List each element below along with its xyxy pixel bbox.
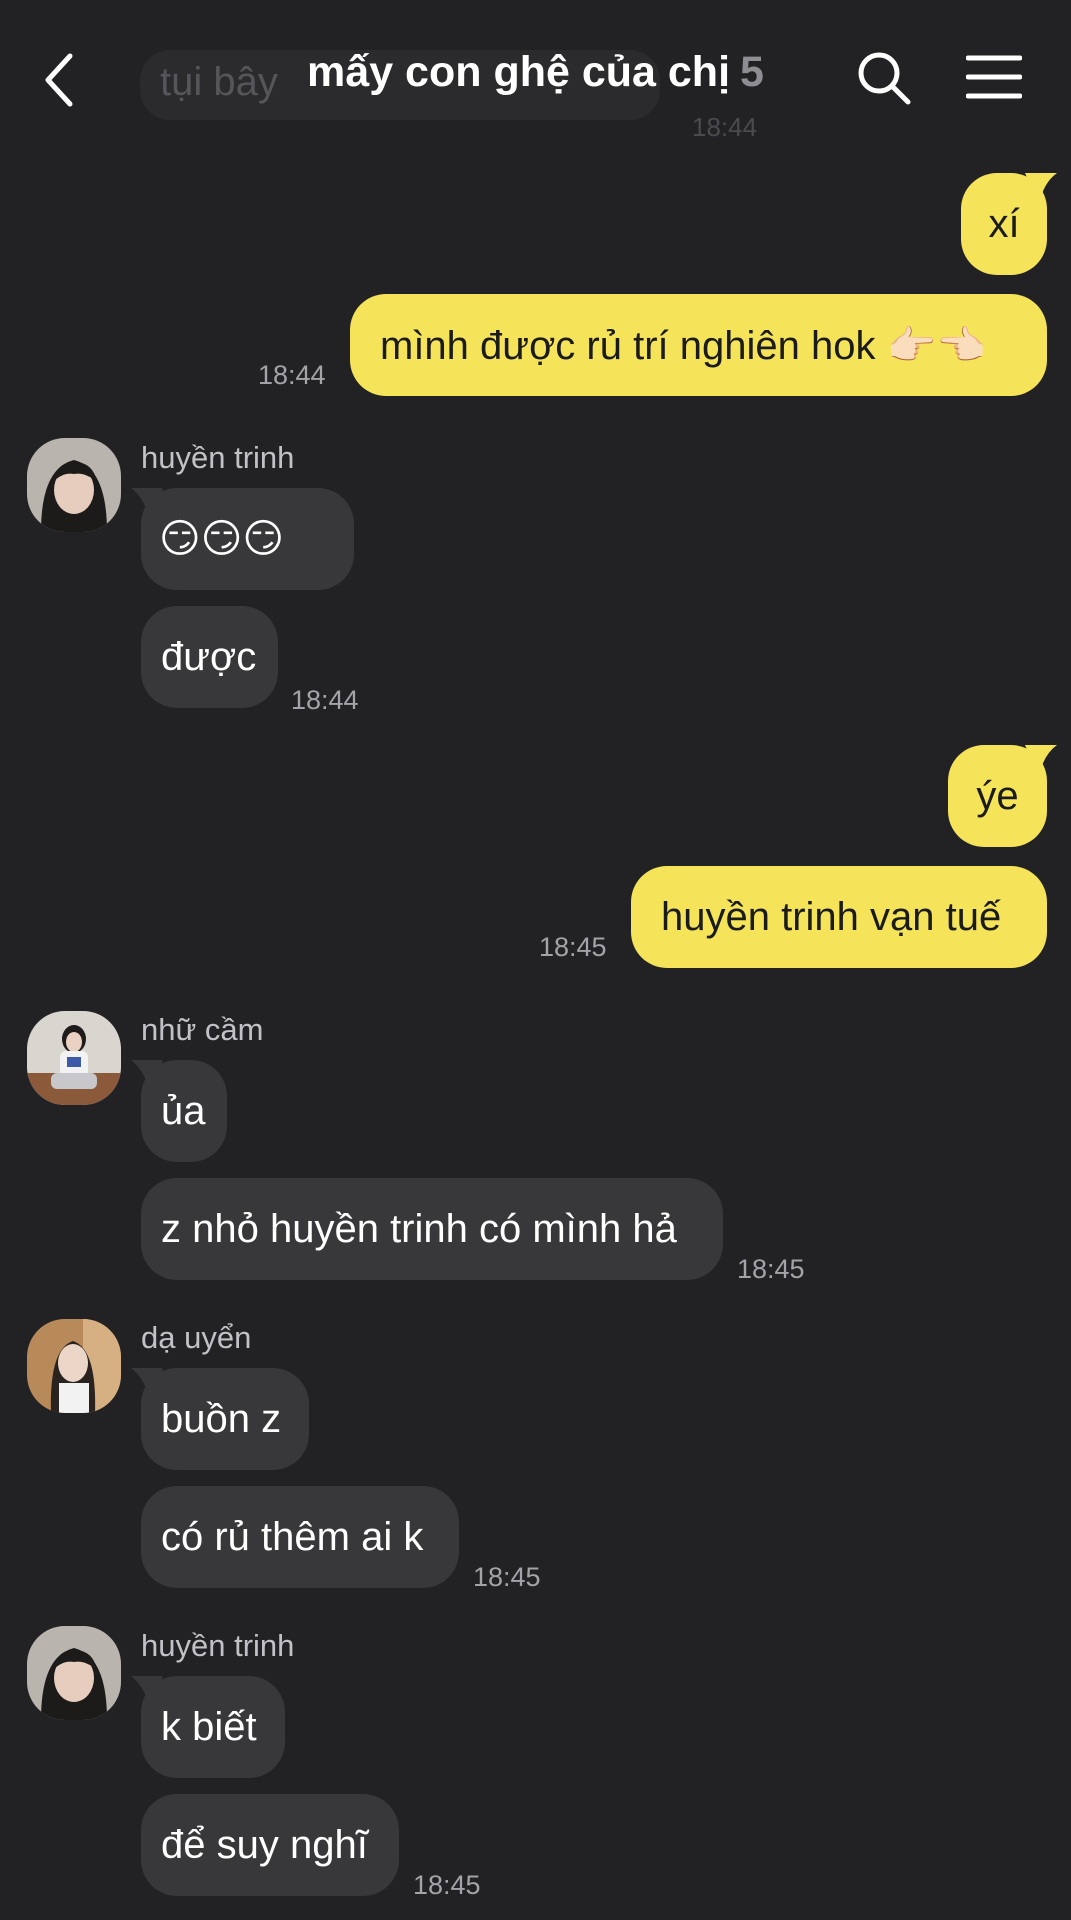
message-timestamp: 18:45	[473, 1562, 541, 1592]
avatar-huyen-trinh[interactable]	[27, 438, 121, 532]
incoming-message[interactable]: ủa	[131, 1060, 227, 1162]
message-text: buồn z	[161, 1396, 282, 1441]
incoming-message[interactable]: để suy nghĩ	[141, 1794, 399, 1896]
message-text: mình được rủ trí nghiên hok 👉🏻👈🏻	[380, 323, 987, 368]
sender-name: dạ uyển	[141, 1320, 252, 1355]
outgoing-message[interactable]: xí	[961, 173, 1057, 275]
bubble-tail-icon	[131, 1676, 163, 1708]
message-timestamp: 18:45	[737, 1254, 805, 1284]
search-button[interactable]	[856, 50, 912, 106]
member-count: 5	[740, 48, 764, 96]
menu-button[interactable]	[965, 54, 1023, 100]
person-avatar-icon	[27, 1011, 121, 1105]
person-avatar-icon	[27, 1626, 121, 1720]
message-text: xí	[988, 201, 1020, 246]
bubble-tail-icon	[131, 1060, 163, 1092]
group-name: mấy con ghệ của chị	[307, 48, 731, 96]
incoming-message[interactable]: được	[141, 606, 278, 708]
sender-name: huyền trinh	[141, 440, 295, 475]
message-timestamp: 18:44	[258, 360, 326, 390]
message-text: được	[161, 634, 257, 679]
outgoing-message[interactable]: ýe	[948, 745, 1057, 847]
avatar-da-uyen[interactable]	[27, 1319, 121, 1413]
message-timestamp: 18:45	[539, 932, 607, 962]
search-icon	[858, 52, 911, 105]
person-avatar-icon	[27, 438, 121, 532]
message-timestamp: 18:44	[291, 685, 359, 715]
bubble-tail-icon	[1025, 173, 1057, 205]
message-text: huyền trinh vạn tuế	[661, 894, 1002, 939]
chat-header: mấy con ghệ của chị 5	[0, 0, 1071, 160]
bubble-tail-icon	[1025, 745, 1057, 777]
outgoing-message[interactable]: mình được rủ trí nghiên hok 👉🏻👈🏻	[350, 294, 1047, 396]
outgoing-message[interactable]: huyền trinh vạn tuế	[631, 866, 1047, 968]
avatar-huyen-trinh[interactable]	[27, 1626, 121, 1720]
message-text: 😏😏😏	[159, 517, 285, 561]
message-text: ýe	[976, 773, 1019, 818]
incoming-message[interactable]: 😏😏😏	[131, 488, 354, 590]
avatar-nhu-cam[interactable]	[27, 1011, 121, 1105]
bubble-tail-icon	[131, 1368, 163, 1400]
incoming-message[interactable]: buồn z	[131, 1368, 309, 1470]
incoming-message[interactable]: có rủ thêm ai k	[141, 1486, 459, 1588]
incoming-message[interactable]: k biết	[131, 1676, 285, 1778]
person-avatar-icon	[27, 1319, 121, 1413]
sender-name: huyền trinh	[141, 1628, 295, 1663]
menu-icon	[965, 55, 1023, 99]
message-text: z nhỏ huyền trinh có mình hả	[161, 1206, 677, 1251]
message-text: k biết	[161, 1704, 257, 1749]
message-text: để suy nghĩ	[161, 1822, 368, 1867]
message-text: ủa	[161, 1088, 206, 1133]
message-timestamp: 18:45	[413, 1870, 481, 1900]
message-text: có rủ thêm ai k	[161, 1514, 424, 1559]
incoming-message[interactable]: z nhỏ huyền trinh có mình hả	[141, 1178, 723, 1280]
bubble-tail-icon	[131, 488, 163, 520]
sender-name: nhữ cầm	[141, 1012, 264, 1047]
